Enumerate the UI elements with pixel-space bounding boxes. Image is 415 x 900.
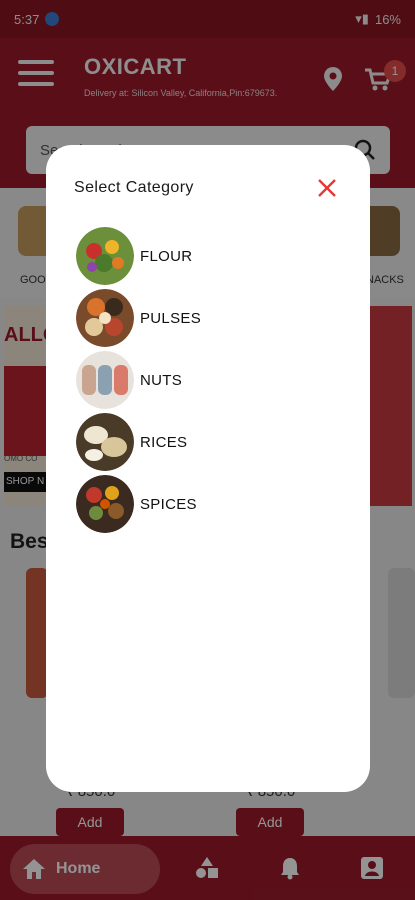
category-item-pulses[interactable]: PULSES bbox=[76, 287, 346, 349]
select-category-dialog: Select Category FLOUR PULSES NUTS RICES … bbox=[46, 145, 370, 792]
category-item-nuts[interactable]: NUTS bbox=[76, 349, 346, 411]
category-item-flour[interactable]: FLOUR bbox=[76, 225, 346, 287]
category-list: FLOUR PULSES NUTS RICES SPICES bbox=[76, 225, 346, 535]
rices-image bbox=[76, 413, 134, 471]
category-item-rices[interactable]: RICES bbox=[76, 411, 346, 473]
category-label: PULSES bbox=[140, 309, 201, 327]
nuts-image bbox=[76, 351, 134, 409]
dialog-title: Select Category bbox=[74, 179, 194, 196]
pulses-image bbox=[76, 289, 134, 347]
flour-image bbox=[76, 227, 134, 285]
category-label: RICES bbox=[140, 433, 188, 451]
category-item-spices[interactable]: SPICES bbox=[76, 473, 346, 535]
category-label: NUTS bbox=[140, 371, 183, 389]
category-label: FLOUR bbox=[140, 247, 193, 265]
spices-image bbox=[76, 475, 134, 533]
category-label: SPICES bbox=[140, 495, 197, 513]
close-icon[interactable] bbox=[316, 177, 338, 199]
